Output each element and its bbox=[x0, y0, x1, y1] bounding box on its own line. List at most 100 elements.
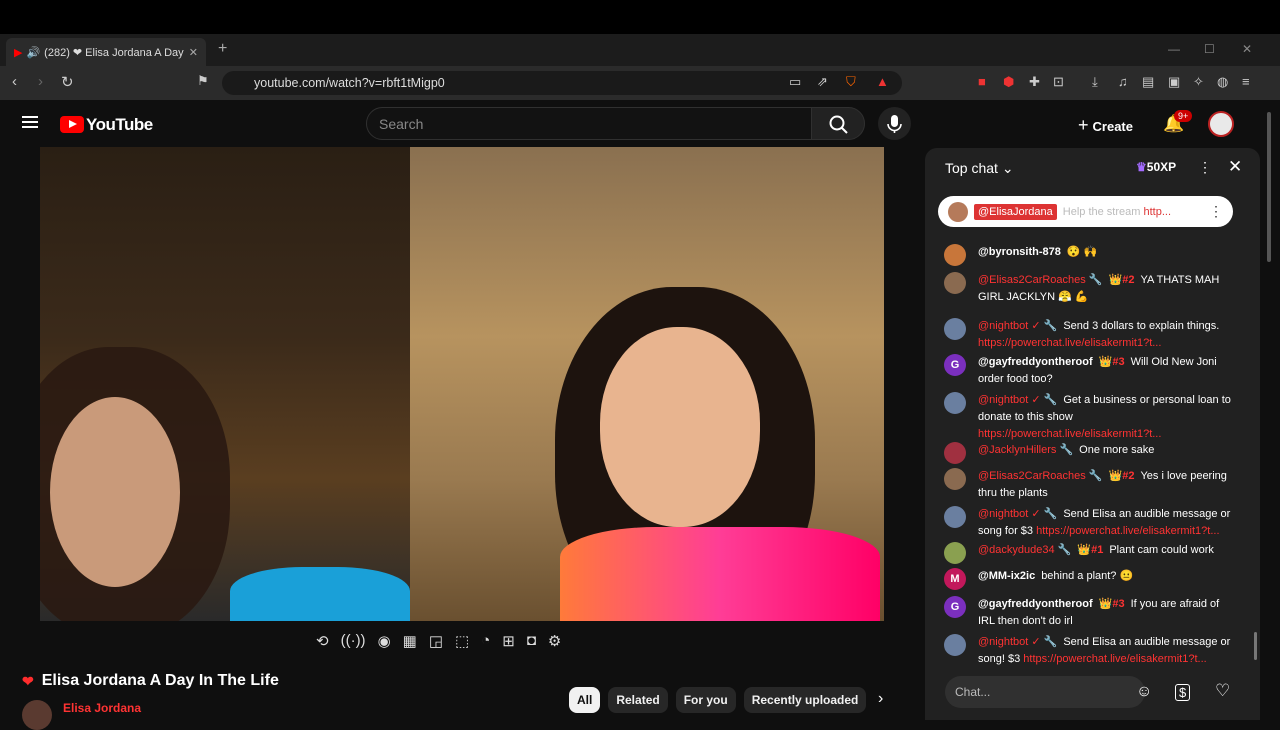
chat-username[interactable]: @nightbot ✓ 🔧 bbox=[978, 636, 1057, 648]
audio-icon[interactable]: 🔊 bbox=[26, 46, 40, 59]
chat-avatar[interactable] bbox=[944, 542, 966, 564]
settings-gear-icon[interactable]: ⚙ bbox=[548, 632, 561, 650]
chat-link[interactable]: https://powerchat.live/elisakermit1?t... bbox=[1036, 525, 1219, 537]
extension-icon[interactable]: ■ bbox=[978, 74, 986, 89]
audio-waves-icon[interactable]: ((·)) bbox=[341, 632, 366, 650]
chat-avatar[interactable] bbox=[944, 442, 966, 464]
picture-in-picture-icon[interactable]: ◲ bbox=[429, 632, 443, 650]
adblock-icon[interactable]: ⬢ bbox=[1003, 74, 1014, 90]
chip-related[interactable]: Related bbox=[608, 687, 668, 713]
chat-link[interactable]: https://powerchat.live/elisakermit1?t... bbox=[1023, 653, 1206, 665]
window-close-button[interactable]: ✕ bbox=[1242, 42, 1252, 56]
media-icon[interactable]: ♫ bbox=[1118, 74, 1128, 89]
screenshot-icon[interactable]: ⊡ bbox=[1053, 74, 1064, 90]
video-player[interactable] bbox=[40, 147, 884, 621]
search-button[interactable] bbox=[811, 107, 865, 140]
xp-indicator[interactable]: ♛50XP bbox=[1136, 160, 1176, 174]
chat-username[interactable]: @gayfreddyontheroof bbox=[978, 356, 1093, 368]
speed-icon[interactable]: ◔ bbox=[481, 632, 490, 650]
chat-close-icon[interactable]: ✕ bbox=[1228, 157, 1242, 177]
new-tab-button[interactable]: + bbox=[218, 40, 227, 58]
cast-icon[interactable]: ▭ bbox=[789, 74, 801, 90]
chat-link[interactable]: https://powerchat.live/elisakermit1?t... bbox=[978, 428, 1161, 440]
page-scrollbar-thumb[interactable] bbox=[1267, 112, 1271, 262]
chat-username[interactable]: @MM-ix2ic bbox=[978, 570, 1035, 582]
chat-link[interactable]: https://powerchat.live/elisakermit1?t... bbox=[978, 337, 1161, 349]
loop-icon[interactable]: ⟲ bbox=[316, 632, 329, 650]
hide-icon[interactable]: ◉ bbox=[378, 632, 391, 650]
chat-avatar[interactable]: G bbox=[944, 354, 966, 376]
menu-icon[interactable]: ≡ bbox=[1242, 74, 1250, 89]
user-avatar[interactable] bbox=[1208, 111, 1234, 137]
sidebar-icon[interactable]: ▤ bbox=[1142, 74, 1154, 90]
brave-shield-icon[interactable]: ⛉ bbox=[846, 74, 856, 90]
vpn-icon[interactable]: ◍ bbox=[1217, 74, 1228, 90]
tab-strip: ▶ 🔊 (282) ❤ Elisa Jordana A Day ✕ bbox=[0, 34, 1280, 66]
url-text: youtube.com/watch?v=rbft1tMigp0 bbox=[254, 76, 445, 90]
chat-avatar[interactable] bbox=[944, 506, 966, 528]
pinned-message[interactable]: @ElisaJordana Help the stream http... ⋮ bbox=[938, 196, 1233, 227]
voice-search-button[interactable] bbox=[878, 107, 911, 140]
chat-message: @nightbot ✓ 🔧 Get a business or personal … bbox=[944, 392, 1234, 443]
chat-avatar[interactable]: M bbox=[944, 568, 966, 590]
chat-message: @nightbot ✓ 🔧 Send 3 dollars to explain t… bbox=[944, 318, 1234, 352]
chat-mode-selector[interactable]: Top chat ⌄ bbox=[945, 160, 1014, 177]
clapper-icon[interactable]: ▦ bbox=[403, 632, 417, 650]
extensions-puzzle-icon[interactable]: ✚ bbox=[1029, 74, 1040, 90]
youtube-logo-icon[interactable] bbox=[60, 116, 84, 133]
camera-icon[interactable]: ◘ bbox=[527, 632, 536, 650]
chat-username[interactable]: @dackydude34 🔧 bbox=[978, 544, 1071, 556]
back-icon[interactable]: ‹ bbox=[12, 73, 17, 90]
chat-avatar[interactable] bbox=[944, 392, 966, 414]
chat-avatar[interactable] bbox=[944, 244, 966, 266]
chat-avatar[interactable] bbox=[944, 272, 966, 294]
ai-icon[interactable]: ✧ bbox=[1193, 74, 1204, 90]
chat-avatar[interactable] bbox=[944, 318, 966, 340]
chip-for-you[interactable]: For you bbox=[675, 687, 736, 713]
video-title: ❤ Elisa Jordana A Day In The Life bbox=[22, 672, 279, 690]
pinned-link[interactable]: http... bbox=[1143, 206, 1171, 218]
create-button[interactable]: + Create bbox=[1078, 115, 1133, 136]
share-icon[interactable]: ⇗ bbox=[817, 74, 828, 90]
chat-avatar[interactable] bbox=[944, 468, 966, 490]
super-chat-icon[interactable]: $ bbox=[1175, 684, 1191, 701]
brave-rewards-icon[interactable]: ▲ bbox=[876, 74, 889, 89]
chat-username[interactable]: @nightbot ✓ 🔧 bbox=[978, 394, 1057, 406]
emoji-icon[interactable]: ☺ bbox=[1136, 683, 1152, 701]
chat-username[interactable]: @JacklynHillers 🔧 bbox=[978, 444, 1073, 456]
browser-tab[interactable]: ▶ 🔊 (282) ❤ Elisa Jordana A Day ✕ bbox=[6, 38, 206, 66]
chip-all[interactable]: All bbox=[569, 687, 601, 713]
youtube-logo-text[interactable]: YouTube bbox=[86, 115, 153, 135]
chat-avatar[interactable]: G bbox=[944, 596, 966, 618]
maximize-button[interactable]: ☐ bbox=[1204, 42, 1215, 56]
chat-username[interactable]: @Elisas2CarRoaches 🔧 bbox=[978, 274, 1103, 286]
forward-icon[interactable]: › bbox=[38, 73, 43, 90]
chat-username[interactable]: @gayfreddyontheroof bbox=[978, 598, 1093, 610]
minimize-button[interactable]: — bbox=[1168, 42, 1180, 56]
chat-scrollbar[interactable] bbox=[1254, 632, 1257, 660]
chevron-right-icon[interactable]: › bbox=[878, 690, 883, 708]
search-box[interactable] bbox=[366, 107, 812, 140]
chat-message: @byronsith-878 😯 🙌 bbox=[944, 244, 1234, 266]
download-icon[interactable]: ⤓ bbox=[1092, 74, 1098, 90]
bookmark-icon[interactable]: ⚑ bbox=[197, 73, 209, 89]
hamburger-menu-icon[interactable] bbox=[22, 116, 38, 118]
tab-close-icon[interactable]: ✕ bbox=[189, 46, 198, 59]
chat-more-icon[interactable]: ⋮ bbox=[1198, 159, 1212, 176]
chat-username[interactable]: @nightbot ✓ 🔧 bbox=[978, 508, 1057, 520]
chat-username[interactable]: @Elisas2CarRoaches 🔧 bbox=[978, 470, 1103, 482]
chat-avatar[interactable] bbox=[944, 634, 966, 656]
channel-avatar[interactable] bbox=[22, 700, 52, 730]
theater-icon[interactable]: ⬚ bbox=[455, 632, 469, 650]
chat-username[interactable]: @nightbot ✓ 🔧 bbox=[978, 320, 1057, 332]
channel-name[interactable]: Elisa Jordana bbox=[63, 701, 141, 715]
chat-username[interactable]: @byronsith-878 bbox=[978, 246, 1061, 258]
heart-outline-icon[interactable]: ♡ bbox=[1215, 681, 1230, 701]
wallet-icon[interactable]: ▣ bbox=[1168, 74, 1180, 90]
add-icon[interactable]: ⊞ bbox=[502, 632, 515, 650]
pinned-more-icon[interactable]: ⋮ bbox=[1209, 203, 1223, 220]
chat-input[interactable]: Chat... bbox=[945, 676, 1145, 708]
chip-recently-uploaded[interactable]: Recently uploaded bbox=[743, 687, 867, 713]
reload-icon[interactable]: ↻ bbox=[61, 73, 74, 91]
search-input[interactable]: Search bbox=[379, 116, 423, 132]
